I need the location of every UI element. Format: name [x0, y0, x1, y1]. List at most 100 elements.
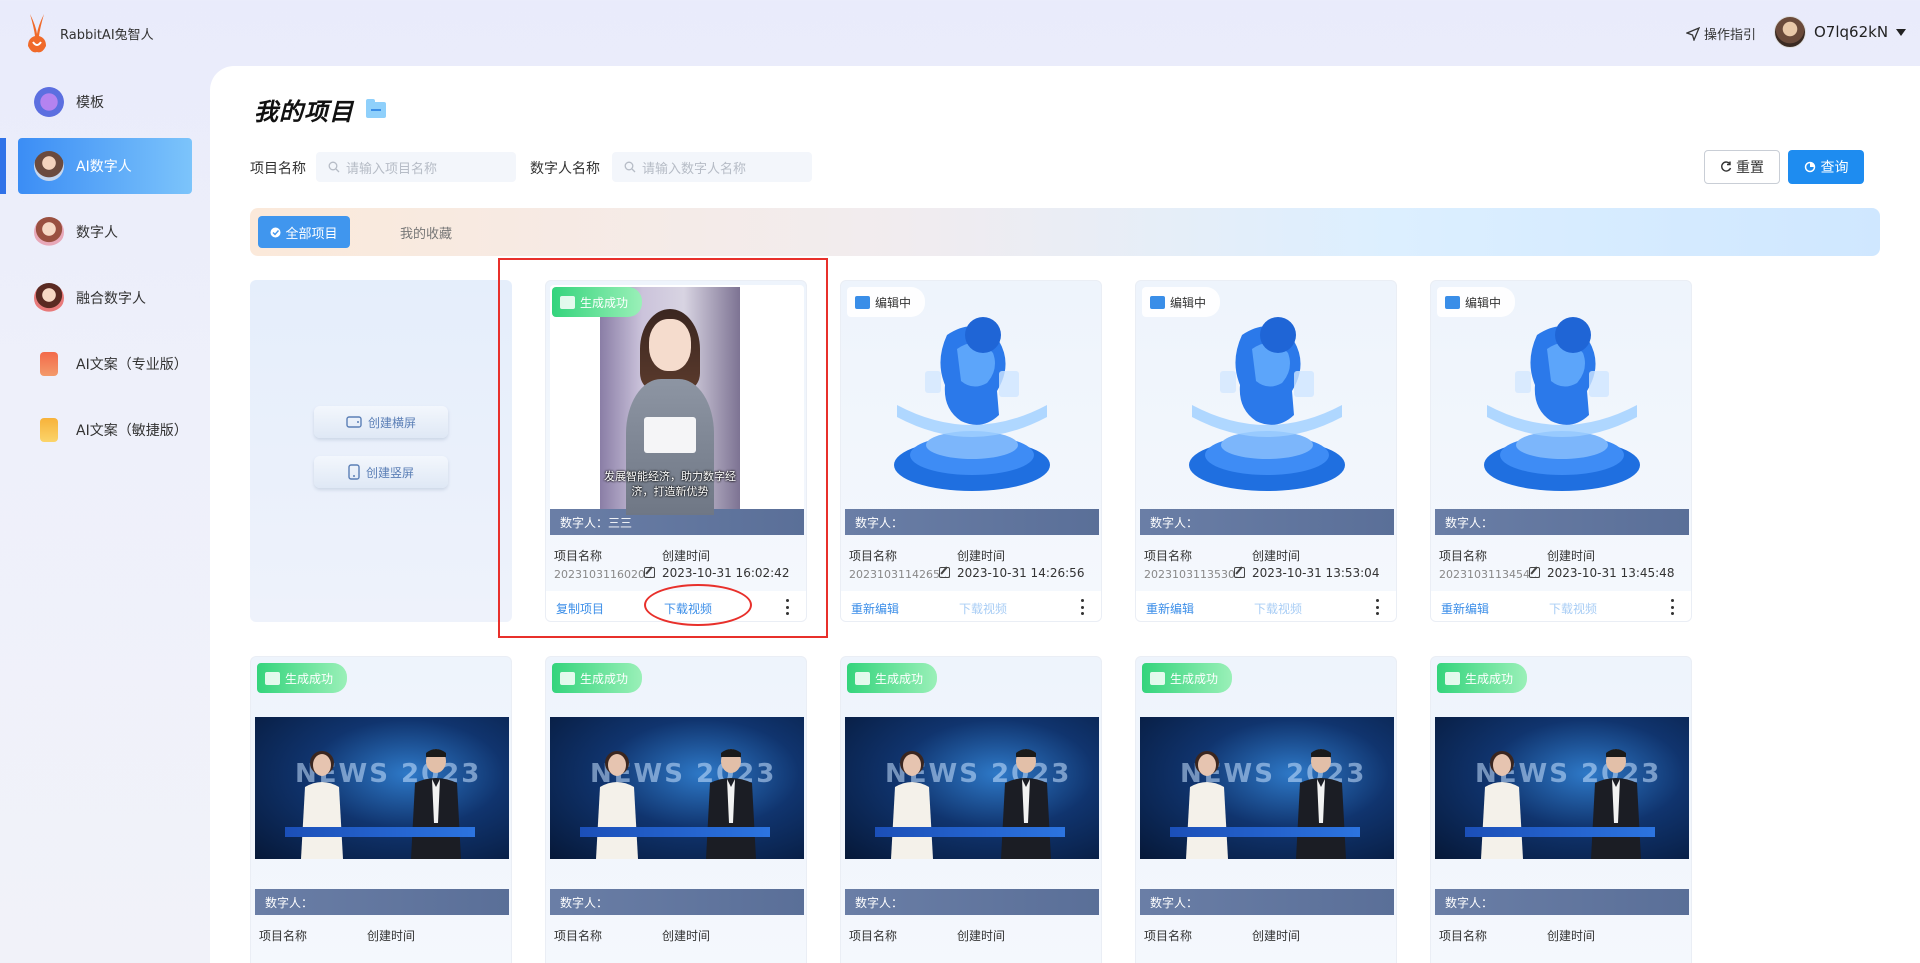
project-thumbnail[interactable] — [1435, 285, 1689, 521]
project-thumbnail[interactable]: NEWS 2023 — [1140, 717, 1394, 859]
avatar — [1774, 16, 1806, 48]
lower-third-banner — [285, 827, 475, 837]
ai-avatar-icon — [34, 151, 64, 181]
create-portrait-label: 创建竖屏 — [365, 465, 414, 480]
top-bar: RabbitAI兔智人 操作指引 O7lq62kN — [0, 0, 1920, 66]
template-icon — [34, 87, 64, 117]
project-name-label: 项目名称 — [1439, 549, 1488, 563]
create-portrait-button[interactable]: 创建竖屏 — [314, 456, 448, 488]
sidebar-item-pro-copy[interactable]: AI文案（专业版） — [18, 336, 192, 392]
sidebar-item-template[interactable]: 模板 — [18, 74, 192, 130]
ai-robot-head-image — [1484, 317, 1640, 491]
project-card[interactable]: NEWS 2023 生成成功 数字人： 项目名称 创建时间 — [1430, 656, 1692, 963]
folder-icon — [366, 98, 386, 118]
status-text: 生成成功 — [285, 671, 334, 686]
project-name-label: 项目名称 — [1144, 929, 1193, 943]
sidebar-item-digital-human[interactable]: 数字人 — [18, 204, 192, 260]
user-menu[interactable]: O7lq62kN — [1774, 16, 1907, 48]
video-icon — [1445, 671, 1460, 685]
create-landscape-button[interactable]: 创建横屏 — [314, 406, 448, 438]
project-thumbnail[interactable]: NEWS 2023 — [255, 717, 509, 859]
sidebar-item-label: AI文案（敏捷版） — [76, 423, 188, 439]
video-icon — [560, 295, 575, 309]
app-logo[interactable]: RabbitAI兔智人 — [22, 12, 154, 54]
sidebar-item-ai-avatar[interactable]: AI数字人 — [18, 138, 192, 194]
status-text: 编辑中 — [875, 295, 912, 310]
guide-link[interactable]: 操作指引 — [1686, 24, 1756, 43]
project-name-input[interactable]: 请输入项目名称 — [316, 152, 516, 182]
created-time: 2023-10-31 13:53:04 — [1252, 566, 1380, 580]
sidebar-item-agile-copy[interactable]: AI文案（敏捷版） — [18, 402, 192, 458]
card-actions: 重新编辑 下载视频 — [841, 591, 1101, 621]
edit-icon[interactable] — [939, 567, 950, 578]
landscape-screen-icon — [346, 416, 362, 428]
created-time-label: 创建时间 — [957, 929, 1006, 943]
project-card[interactable]: NEWS 2023 生成成功 数字人： 项目名称 创建时间 — [545, 656, 807, 963]
male-anchor-image — [1001, 749, 1051, 859]
created-time-label: 创建时间 — [367, 929, 416, 943]
female-anchor-image — [596, 751, 638, 859]
user-edit-icon — [1150, 295, 1165, 309]
query-button[interactable]: 查询 — [1788, 150, 1864, 184]
tab-favorites[interactable]: 我的收藏 — [400, 223, 452, 242]
project-card[interactable]: 编辑中 数字人： 项目名称 创建时间 2023103113454… 2023-1… — [1430, 280, 1692, 622]
download-video-link[interactable]: 下载视频 — [1549, 600, 1597, 617]
tab-all-projects[interactable]: 全部项目 — [258, 216, 350, 248]
download-video-link[interactable]: 下载视频 — [959, 600, 1007, 617]
video-icon — [1150, 671, 1165, 685]
query-icon — [1804, 161, 1815, 173]
status-text: 生成成功 — [580, 671, 629, 686]
status-badge: 生成成功 — [552, 663, 643, 693]
human-name-input[interactable]: 请输入数字人名称 — [612, 152, 812, 182]
female-anchor-image — [891, 751, 933, 859]
project-name-label: 项目名称 — [849, 549, 898, 563]
digital-human-name: 数字人： — [845, 509, 1099, 535]
project-thumbnail[interactable]: NEWS 2023 — [845, 717, 1099, 859]
sidebar-item-fusion-human[interactable]: 融合数字人 — [18, 270, 192, 326]
project-name-placeholder: 请输入项目名称 — [346, 161, 438, 177]
active-indicator — [0, 138, 6, 194]
fusion-human-icon — [34, 283, 64, 313]
lower-third-banner — [875, 827, 1065, 837]
project-thumbnail[interactable] — [845, 285, 1099, 521]
ai-robot-head-image — [1189, 317, 1345, 491]
project-name-label: 项目名称 — [849, 929, 898, 943]
female-anchor-image — [1481, 751, 1523, 859]
digital-human-name: 数字人： — [1435, 889, 1689, 915]
project-card[interactable]: NEWS 2023 生成成功 数字人： 项目名称 创建时间 — [1135, 656, 1397, 963]
project-tabs: 全部项目 我的收藏 — [250, 208, 1880, 256]
status-badge: 编辑中 — [847, 287, 926, 317]
project-card[interactable]: NEWS 2023 生成成功 数字人： 项目名称 创建时间 — [840, 656, 1102, 963]
created-time: 2023-10-31 13:45:48 — [1547, 566, 1675, 580]
video-subtitle: 发展智能经济，助力数字经济，打造新优势 — [604, 470, 736, 498]
download-video-link[interactable]: 下载视频 — [1254, 600, 1302, 617]
project-card[interactable]: NEWS 2023 生成成功 数字人： 项目名称 创建时间 — [250, 656, 512, 963]
project-thumbnail[interactable] — [1140, 285, 1394, 521]
created-time-label: 创建时间 — [1252, 549, 1301, 563]
re-edit-link[interactable]: 重新编辑 — [1146, 600, 1194, 617]
project-card[interactable]: 编辑中 数字人： 项目名称 创建时间 2023103113530… 2023-1… — [1135, 280, 1397, 622]
page-title-text: 我的项目 — [254, 98, 354, 126]
project-thumbnail[interactable]: NEWS 2023 — [1435, 717, 1689, 859]
tab-all-label: 全部项目 — [285, 226, 338, 242]
digital-human-name: 数字人： — [1140, 889, 1394, 915]
edit-icon[interactable] — [1234, 567, 1245, 578]
digital-human-name: 数字人： — [550, 889, 804, 915]
status-text: 生成成功 — [580, 295, 629, 310]
query-label: 查询 — [1820, 160, 1849, 176]
edit-icon[interactable] — [1529, 567, 1540, 578]
digital-human-name: 数字人： — [255, 889, 509, 915]
lower-third-banner — [1465, 827, 1655, 837]
re-edit-link[interactable]: 重新编辑 — [851, 600, 899, 617]
more-icon[interactable] — [1376, 599, 1380, 615]
portrait-screen-icon — [348, 464, 360, 480]
project-thumbnail[interactable]: NEWS 2023 — [550, 717, 804, 859]
status-badge: 生成成功 — [552, 287, 643, 317]
project-card[interactable]: 编辑中 数字人： 项目名称 创建时间 2023103114265… 2023-1… — [840, 280, 1102, 622]
more-icon[interactable] — [1081, 599, 1085, 615]
created-time-label: 创建时间 — [662, 929, 711, 943]
re-edit-link[interactable]: 重新编辑 — [1441, 600, 1489, 617]
more-icon[interactable] — [1671, 599, 1675, 615]
reset-button[interactable]: 重置 — [1704, 150, 1780, 184]
create-landscape-label: 创建横屏 — [367, 415, 416, 430]
